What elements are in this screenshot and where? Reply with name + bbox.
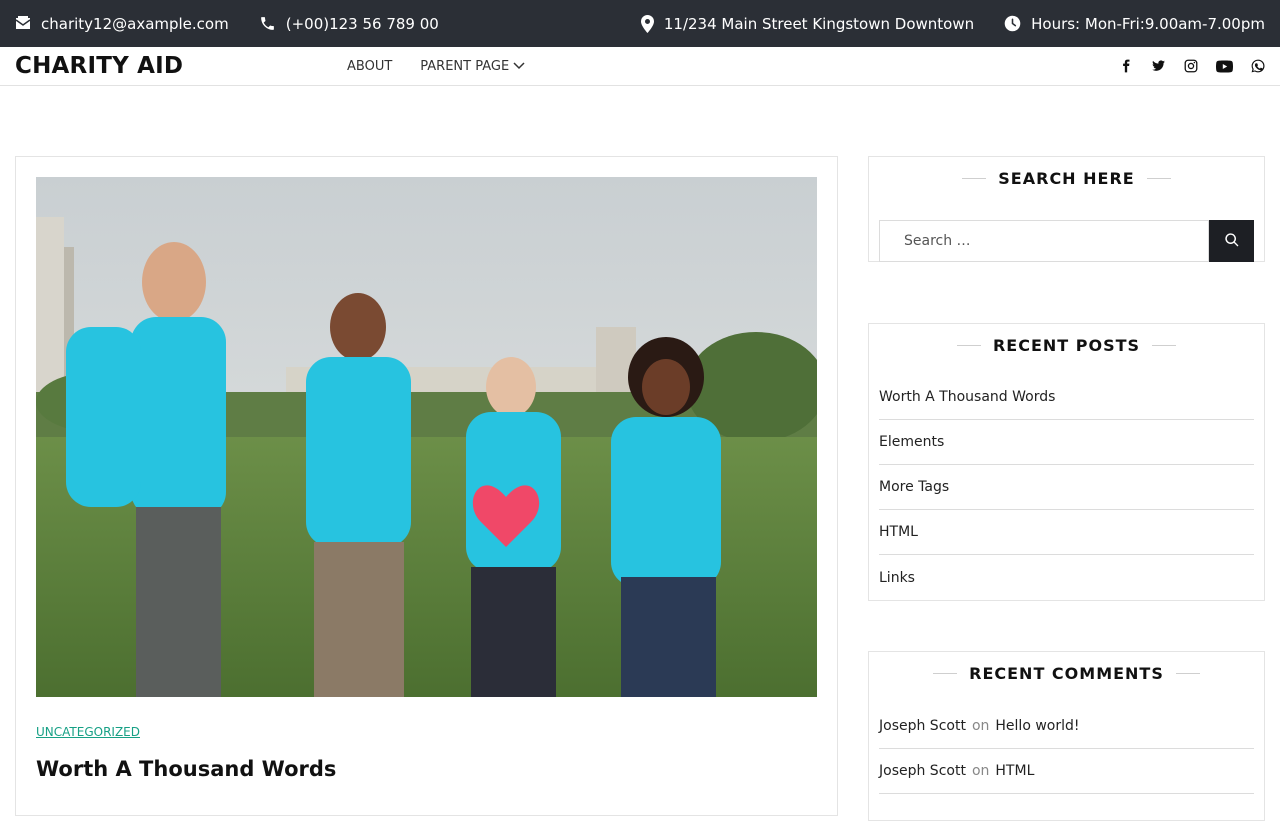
title-divider xyxy=(1146,177,1171,179)
widget-title: SEARCH HERE xyxy=(879,157,1254,199)
search-button[interactable] xyxy=(1209,220,1254,262)
list-item: Joseph Scott on HTML xyxy=(879,749,1254,794)
site-logo[interactable]: CHARITY AID xyxy=(15,53,347,79)
widget-title: RECENT COMMENTS xyxy=(879,652,1254,694)
social-links xyxy=(1119,59,1265,73)
facebook-icon[interactable] xyxy=(1119,59,1133,73)
menu-item-label: ABOUT xyxy=(347,58,393,74)
main-navbar: CHARITY AID ABOUT PARENT PAGE xyxy=(0,47,1280,86)
volunteers-photo xyxy=(36,177,817,697)
comment-post-link[interactable]: Hello world! xyxy=(995,718,1079,734)
envelope-icon xyxy=(15,16,31,31)
recent-posts-widget: RECENT POSTS Worth A Thousand Words Elem… xyxy=(868,323,1265,601)
search-widget: SEARCH HERE xyxy=(868,156,1265,262)
hours-text: Hours: Mon-Fri:9.00am-7.00pm xyxy=(1031,14,1265,33)
recent-post-link[interactable]: More Tags xyxy=(879,479,949,495)
hours-contact: Hours: Mon-Fri:9.00am-7.00pm xyxy=(1004,15,1265,33)
post-title[interactable]: Worth A Thousand Words xyxy=(36,757,336,781)
recent-comments-list: Joseph Scott on Hello world! Joseph Scot… xyxy=(879,704,1254,794)
list-item: Joseph Scott on Hello world! xyxy=(879,704,1254,749)
widget-title: RECENT POSTS xyxy=(879,324,1254,366)
recent-post-link[interactable]: Worth A Thousand Words xyxy=(879,389,1055,405)
widget-title-text: RECENT COMMENTS xyxy=(969,663,1164,683)
clock-icon xyxy=(1004,15,1021,32)
map-pin-icon xyxy=(640,14,654,33)
search-form xyxy=(879,220,1254,262)
top-info-bar: charity12@axample.com (+00)123 56 789 00… xyxy=(0,0,1280,47)
whatsapp-icon[interactable] xyxy=(1251,59,1265,73)
phone-icon xyxy=(259,15,276,32)
youtube-icon[interactable] xyxy=(1216,59,1233,73)
comment-author[interactable]: Joseph Scott xyxy=(879,763,966,779)
title-divider xyxy=(962,177,987,179)
comment-on-text: on xyxy=(971,718,990,734)
title-divider xyxy=(933,672,958,674)
chevron-down-icon xyxy=(513,59,525,74)
title-divider xyxy=(1175,672,1200,674)
search-input[interactable] xyxy=(879,220,1210,262)
menu-item-parent-page[interactable]: PARENT PAGE xyxy=(420,59,525,74)
recent-post-link[interactable]: HTML xyxy=(879,524,918,540)
title-divider xyxy=(1152,344,1177,346)
phone-text: (+00)123 56 789 00 xyxy=(285,14,439,33)
address-text: 11/234 Main Street Kingstown Downtown xyxy=(663,14,975,33)
comment-on-text: on xyxy=(971,763,990,779)
list-item[interactable]: Elements xyxy=(879,420,1254,465)
menu-item-about[interactable]: ABOUT xyxy=(347,59,392,74)
post-featured-image[interactable] xyxy=(36,177,817,697)
list-item[interactable]: HTML xyxy=(879,510,1254,555)
recent-posts-list: Worth A Thousand Words Elements More Tag… xyxy=(879,375,1254,600)
instagram-icon[interactable] xyxy=(1184,59,1198,73)
recent-post-link[interactable]: Elements xyxy=(879,434,944,450)
twitter-icon[interactable] xyxy=(1151,59,1166,73)
widget-title-text: RECENT POSTS xyxy=(992,335,1141,355)
list-item[interactable]: Worth A Thousand Words xyxy=(879,375,1254,420)
comment-post-link[interactable]: HTML xyxy=(995,763,1034,779)
email-text: charity12@axample.com xyxy=(41,14,229,33)
comment-author[interactable]: Joseph Scott xyxy=(879,718,966,734)
post-category-link[interactable]: UNCATEGORIZED xyxy=(36,725,140,739)
list-item[interactable]: More Tags xyxy=(879,465,1254,510)
search-icon xyxy=(1224,232,1240,251)
address-contact: 11/234 Main Street Kingstown Downtown xyxy=(640,14,975,33)
list-item[interactable]: Links xyxy=(879,555,1254,600)
email-contact[interactable]: charity12@axample.com xyxy=(15,15,229,33)
recent-post-link[interactable]: Links xyxy=(879,570,915,586)
title-divider xyxy=(956,344,981,346)
widget-title-text: SEARCH HERE xyxy=(998,168,1135,188)
recent-comments-widget: RECENT COMMENTS Joseph Scott on Hello wo… xyxy=(868,651,1265,821)
menu-item-label: PARENT PAGE xyxy=(420,58,510,74)
phone-contact[interactable]: (+00)123 56 789 00 xyxy=(259,15,439,33)
post-card: UNCATEGORIZED Worth A Thousand Words xyxy=(15,156,838,816)
primary-menu: ABOUT PARENT PAGE xyxy=(347,59,525,74)
